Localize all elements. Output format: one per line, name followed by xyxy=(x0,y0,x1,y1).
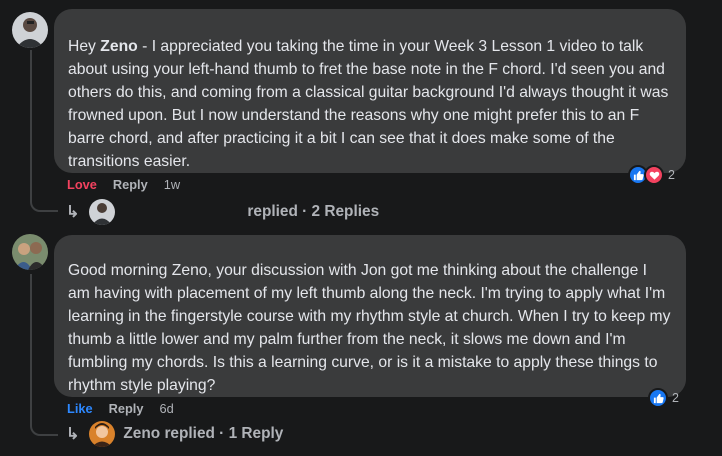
comment2-replies-link[interactable]: Zeno replied · 1 Reply xyxy=(123,425,283,443)
comment1-reactions[interactable]: 2 xyxy=(628,165,675,185)
comment1-replies-link[interactable]: replied · 2 Replies xyxy=(247,203,379,221)
avatar-comment1[interactable] xyxy=(12,12,48,48)
thread-line-1 xyxy=(30,50,58,212)
mention-zeno[interactable]: Zeno xyxy=(100,38,137,55)
comment2-replies-row[interactable]: ↳ Zeno replied · 1 Reply xyxy=(66,421,283,447)
comment1-text-prefix: Hey xyxy=(68,38,101,55)
reply-button[interactable]: Reply xyxy=(109,401,144,416)
avatar-comment2[interactable] xyxy=(12,234,48,270)
comment1-actions: Love Reply 1w xyxy=(67,177,180,192)
reply-avatar-icon xyxy=(89,199,116,225)
zeno-avatar-icon xyxy=(89,421,116,447)
comment2-reaction-count: 2 xyxy=(672,391,679,405)
comment1-bubble: Hey Zeno - I appreciated you taking the … xyxy=(54,9,686,173)
reply-arrow-icon: ↳ xyxy=(66,204,80,221)
comment1-text-body: - I appreciated you taking the time in y… xyxy=(68,38,669,170)
comment1-replies-row[interactable]: ↳ replied · 2 Replies xyxy=(66,199,379,225)
comment2-reactions[interactable]: 2 xyxy=(648,388,679,408)
reply-button[interactable]: Reply xyxy=(113,177,148,192)
comment1-timestamp[interactable]: 1w xyxy=(164,177,180,192)
reply-arrow-icon: ↳ xyxy=(66,426,80,443)
thread-line-2 xyxy=(30,274,58,436)
love-reaction-button[interactable]: Love xyxy=(67,177,97,192)
like-icon xyxy=(648,388,668,408)
like-reaction-button[interactable]: Like xyxy=(67,401,93,416)
comment2-bubble: Good morning Zeno, your discussion with … xyxy=(54,235,686,397)
heart-icon xyxy=(644,165,664,185)
comment1-reaction-count: 2 xyxy=(668,168,675,182)
comment2-timestamp[interactable]: 6d xyxy=(159,401,173,416)
comment2-text: Good morning Zeno, your discussion with … xyxy=(68,262,671,394)
comment2-actions: Like Reply 6d xyxy=(67,401,174,416)
